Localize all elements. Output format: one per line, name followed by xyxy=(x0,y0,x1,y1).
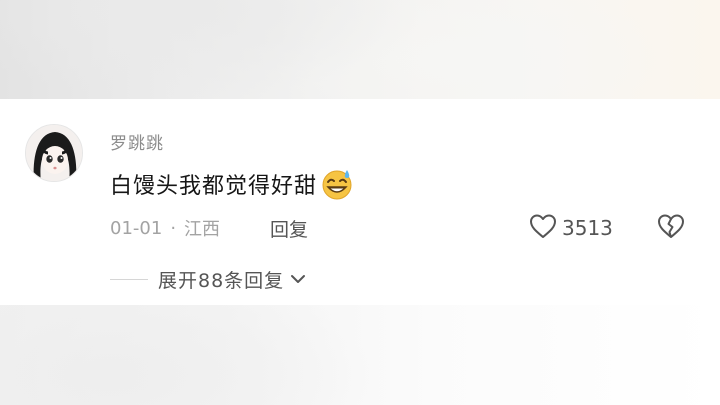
dislike-button[interactable] xyxy=(656,213,686,243)
divider-line xyxy=(110,278,148,280)
heart-outline-icon xyxy=(528,212,558,244)
avatar[interactable] xyxy=(25,124,83,182)
grinning-sweat-emoji-icon xyxy=(320,167,354,201)
expand-replies-label: 展开88条回复 xyxy=(158,269,285,292)
blurred-video-background-top xyxy=(0,0,720,99)
comment-item[interactable]: 罗跳跳 白馒头我都觉得好甜 01-01 · 江西 回复 3513 展开88条回复 xyxy=(0,99,720,305)
expand-replies-button[interactable]: 展开88条回复 xyxy=(110,266,306,292)
like-count: 3513 xyxy=(562,216,613,240)
username[interactable]: 罗跳跳 xyxy=(110,129,164,154)
comment-date: 01-01 xyxy=(110,217,163,239)
reply-button[interactable]: 回复 xyxy=(270,215,308,241)
comment-text: 白馒头我都觉得好甜 xyxy=(110,174,318,199)
like-button[interactable]: 3513 xyxy=(528,213,613,243)
broken-heart-icon xyxy=(656,212,686,244)
comment-meta: 01-01 · 江西 xyxy=(110,215,220,241)
meta-separator: · xyxy=(170,217,177,239)
chevron-down-icon xyxy=(290,273,306,285)
blurred-video-background-bottom xyxy=(0,305,720,405)
comment-body: 白馒头我都觉得好甜 xyxy=(110,164,354,204)
comment-location: 江西 xyxy=(184,219,221,240)
